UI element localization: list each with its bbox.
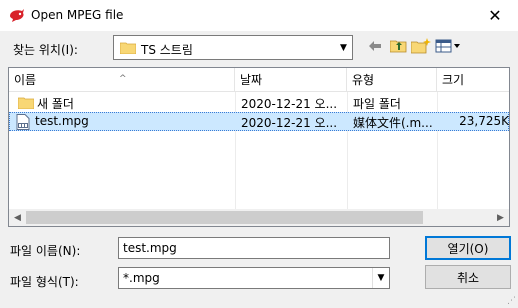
- cancel-button[interactable]: 취소: [425, 265, 511, 289]
- up-folder-icon: [389, 40, 406, 53]
- view-menu-button[interactable]: [435, 37, 461, 55]
- scrollbar-thumb[interactable]: [26, 211, 423, 224]
- close-icon: ✕: [488, 6, 502, 25]
- new-folder-icon: [411, 38, 431, 54]
- file-size: 23,725K: [459, 114, 509, 128]
- window-title: Open MPEG file: [31, 8, 124, 22]
- list-item[interactable]: test.mpg 2020-12-21 오... 媒体文件(.m... 23,7…: [9, 112, 509, 131]
- new-folder-button[interactable]: [410, 37, 432, 55]
- horizontal-scrollbar[interactable]: ◀ ▶: [9, 209, 509, 226]
- filetype-label: 파일 형식(T):: [10, 275, 79, 289]
- filetype-dropdown[interactable]: *.mpg ▼: [118, 267, 390, 289]
- scroll-left-icon[interactable]: ◀: [9, 209, 26, 226]
- file-list[interactable]: 이름 ^ 날짜 유형 크기 새 폴더 2020-12-21 오... 파일 폴더: [8, 67, 510, 227]
- list-item[interactable]: 새 폴더 2020-12-21 오... 파일 폴더: [9, 93, 509, 112]
- list-header: 이름 ^ 날짜 유형 크기: [9, 68, 509, 92]
- folder-icon: [120, 42, 136, 54]
- chevron-down-icon[interactable]: ▼: [372, 268, 389, 288]
- open-button[interactable]: 열기(O): [425, 236, 511, 260]
- look-in-label: 찾는 위치(I):: [13, 43, 78, 57]
- title-bar[interactable]: Open MPEG file ✕: [0, 0, 518, 31]
- column-header-date[interactable]: 날짜: [235, 68, 347, 92]
- video-file-icon: [16, 114, 30, 130]
- chevron-down-icon[interactable]: ▼: [335, 36, 352, 59]
- sort-ascending-icon: ^: [119, 74, 127, 84]
- up-folder-button[interactable]: [388, 37, 408, 55]
- back-button[interactable]: [366, 37, 384, 55]
- app-icon: [10, 9, 24, 22]
- filename-label: 파일 이름(N):: [10, 244, 81, 258]
- look-in-dropdown[interactable]: TS 스트림 ▼: [113, 35, 353, 60]
- filename-input[interactable]: test.mpg: [118, 237, 390, 259]
- column-header-size[interactable]: 크기: [437, 68, 511, 92]
- file-type: 파일 폴더: [353, 97, 401, 111]
- look-in-value: TS 스트림: [141, 43, 193, 57]
- folder-icon: [18, 97, 34, 109]
- close-button[interactable]: ✕: [472, 0, 518, 31]
- back-arrow-icon: [369, 41, 381, 51]
- file-date: 2020-12-21 오...: [241, 97, 338, 111]
- resize-grip-icon[interactable]: ⋰: [507, 296, 516, 306]
- column-header-type[interactable]: 유형: [347, 68, 437, 92]
- view-menu-icon: [435, 39, 460, 53]
- scroll-right-icon[interactable]: ▶: [492, 209, 509, 226]
- file-date: 2020-12-21 오...: [241, 116, 338, 130]
- file-name: test.mpg: [35, 114, 89, 128]
- file-name: 새 폴더: [37, 97, 74, 111]
- file-type: 媒体文件(.m...: [353, 116, 433, 130]
- column-header-name[interactable]: 이름 ^: [9, 68, 235, 92]
